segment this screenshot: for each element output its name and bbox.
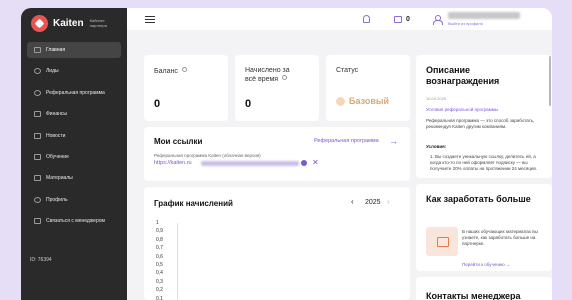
- accrued-label: Начислено за всё время: [245, 67, 290, 83]
- sidebar-item-materials[interactable]: Материалы: [27, 170, 121, 186]
- sidebar-item-label: Обучение: [46, 153, 69, 160]
- y-tick-label: 0,3: [156, 278, 163, 285]
- referral-program-link[interactable]: Реферальная программа: [314, 138, 379, 144]
- sidebar-item-home[interactable]: Главная: [27, 42, 121, 58]
- app-window: Kaiten Кабинет партнера Главная Лиды Реф…: [21, 8, 552, 300]
- sidebar: Kaiten Кабинет партнера Главная Лиды Реф…: [21, 8, 127, 300]
- sidebar-item-label: Материалы: [46, 175, 73, 182]
- sidebar-item-learning[interactable]: Обучение: [27, 149, 121, 165]
- user-icon: [34, 196, 41, 203]
- accrued-card: Начислено за всё время 0: [235, 55, 319, 121]
- balance-card: Баланс 0: [144, 55, 228, 121]
- news-icon: [34, 132, 41, 139]
- sidebar-nav: Главная Лиды Реферальная программа Финан…: [27, 42, 121, 235]
- condition-item: 1. Вы создаете уникальную ссылку, делите…: [430, 154, 538, 171]
- accrued-value: 0: [245, 98, 252, 110]
- referral-url-blurred: [201, 161, 299, 166]
- sidebar-item-label: Главная: [46, 47, 66, 53]
- y-tick-label: 1: [156, 220, 159, 226]
- folder-icon: [34, 175, 41, 182]
- sidebar-item-label: Профиль: [46, 196, 68, 203]
- book-icon: [426, 227, 458, 256]
- reward-description-card: Описание вознаграждения 10.04.2025 Услов…: [416, 55, 552, 178]
- y-tick-label: 0,9: [156, 228, 163, 235]
- y-tick-label: 0,5: [156, 262, 163, 268]
- sidebar-item-label: Реферальная программа: [46, 89, 105, 96]
- y-tick-label: 0,1: [156, 295, 163, 300]
- sidebar-item-label: Связаться с менеджером: [46, 218, 105, 225]
- y-tick-label: 0,4: [156, 270, 163, 277]
- status-card: Статус Базовый: [326, 55, 410, 121]
- sidebar-item-label: Новости: [46, 132, 66, 139]
- program-name: Реферальная программа Kaiten (облачная в…: [154, 153, 261, 158]
- top-bar: 0 Выйти из профиля: [127, 8, 552, 30]
- chat-icon: [34, 218, 41, 225]
- brand-subtitle: Кабинет партнера: [89, 18, 107, 28]
- go-to-learning-link[interactable]: Перейти к обучению →: [462, 262, 511, 267]
- bell-icon[interactable]: [363, 15, 370, 23]
- balance-label: Баланс: [154, 67, 187, 76]
- user-name-blurred: [448, 12, 520, 19]
- sidebar-item-contact-manager[interactable]: Связаться с менеджером: [27, 213, 121, 229]
- sidebar-item-profile[interactable]: Профиль: [27, 192, 121, 208]
- wallet-count: 0: [406, 16, 410, 23]
- status-value: Базовый: [349, 96, 390, 106]
- chart-year: 2025: [365, 199, 381, 206]
- contacts-title: Контакты менеджера: [426, 291, 521, 300]
- status-badge: Базовый: [336, 96, 389, 106]
- accrual-chart-card: График начислений ‹ 2025 › 1 0,9 0,8 0,7 0,6…: [144, 187, 410, 300]
- book-icon: [34, 153, 41, 160]
- wallet-icon[interactable]: [394, 16, 402, 23]
- chart-title: График начислений: [154, 199, 233, 208]
- sidebar-item-finance[interactable]: Финансы: [27, 106, 121, 122]
- reward-description: Реферальная программа — это способ зараб…: [426, 118, 535, 129]
- y-tick-label: 0,2: [156, 287, 163, 294]
- brand-name: Kaiten: [53, 17, 84, 29]
- chevron-left-icon[interactable]: ‹: [351, 197, 354, 206]
- conditions-label: Условия:: [426, 144, 447, 149]
- info-icon[interactable]: [181, 67, 187, 72]
- users-icon: [34, 68, 41, 75]
- referral-terms-link[interactable]: Условия реферальной программы: [426, 107, 498, 112]
- status-label: Статус: [336, 67, 359, 74]
- y-axis-ticks: 1 0,9 0,8 0,7 0,6 0,5 0,4 0,3 0,2 0,1: [154, 220, 184, 300]
- earn-text: В наших обучающих материалах вы узнаете,…: [462, 229, 538, 246]
- scrollbar[interactable]: [549, 56, 551, 106]
- user-id: ID: 76394: [30, 257, 52, 263]
- info-icon[interactable]: [282, 75, 288, 80]
- chevron-right-icon[interactable]: ›: [387, 197, 390, 206]
- y-tick-label: 0,7: [156, 245, 163, 252]
- y-tick-label: 0,6: [156, 253, 163, 260]
- balance-value: 0: [154, 98, 161, 110]
- status-badge-icon: [336, 96, 345, 106]
- manager-contacts-card: Контакты менеджера: [416, 277, 552, 300]
- my-links-card: Мои ссылки Реферальная программа → Рефер…: [144, 127, 410, 181]
- wallet-icon: [34, 111, 41, 118]
- sidebar-item-label: Финансы: [46, 111, 67, 118]
- reward-title: Описание вознаграждения: [426, 65, 500, 86]
- brand[interactable]: Kaiten Кабинет партнера: [31, 12, 123, 34]
- y-tick-label: 0,8: [156, 236, 163, 243]
- user-icon[interactable]: [433, 15, 443, 25]
- my-links-title: Мои ссылки: [154, 137, 203, 146]
- copy-icon[interactable]: [301, 160, 307, 166]
- kaiten-logo-icon: [31, 14, 48, 32]
- y-axis-line: [177, 223, 178, 300]
- sidebar-item-label: Лиды: [46, 68, 59, 75]
- earn-more-card: Как заработать больше В наших обучающих …: [416, 184, 552, 271]
- earn-title: Как заработать больше: [426, 194, 531, 204]
- referral-url[interactable]: https://kaiten.ru: [154, 160, 192, 166]
- home-icon: [34, 47, 41, 53]
- menu-icon[interactable]: [145, 16, 155, 23]
- close-icon[interactable]: ✕: [312, 158, 319, 167]
- link-icon: [34, 89, 41, 96]
- sidebar-item-news[interactable]: Новости: [27, 128, 121, 144]
- sidebar-item-leads[interactable]: Лиды: [27, 63, 121, 79]
- sidebar-item-referral[interactable]: Реферальная программа: [27, 85, 121, 101]
- logout-link[interactable]: Выйти из профиля: [448, 21, 483, 26]
- arrow-right-icon[interactable]: →: [389, 136, 398, 146]
- reward-date: 10.04.2025: [426, 96, 447, 101]
